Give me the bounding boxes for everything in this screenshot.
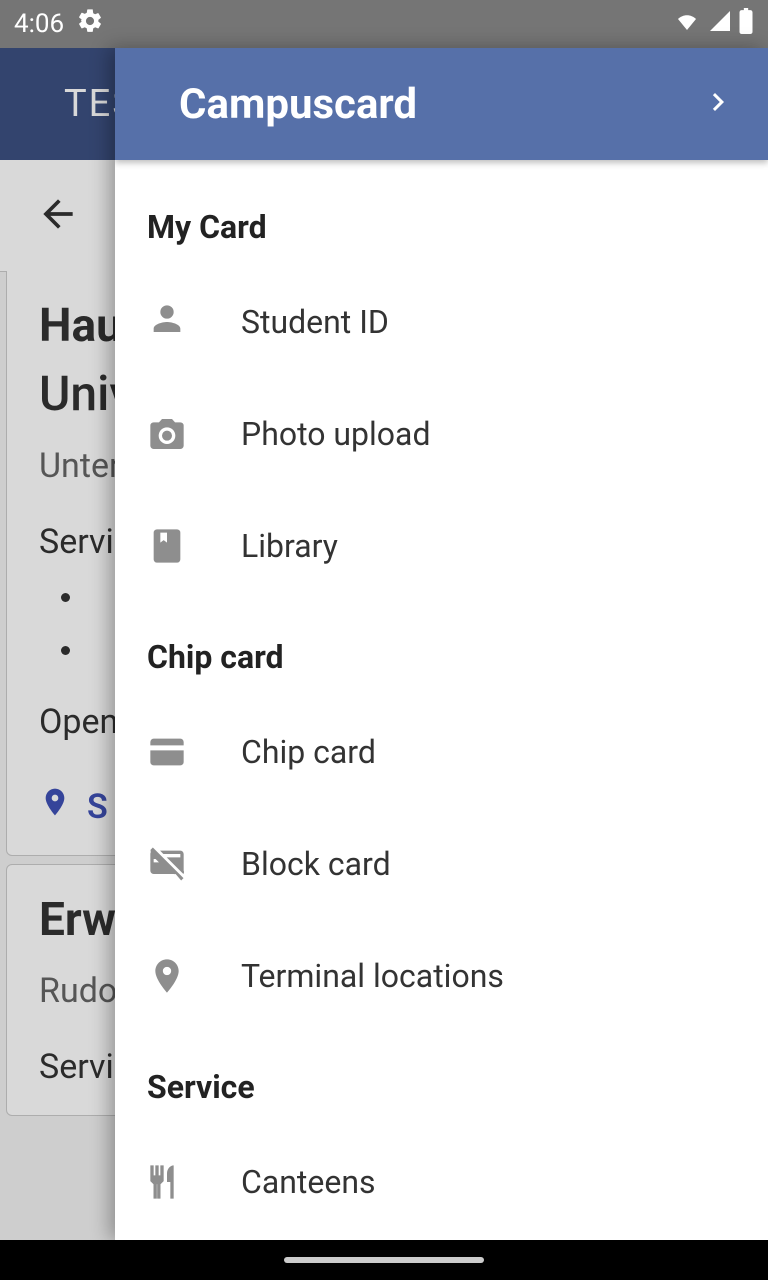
drawer-item-label: Chip card xyxy=(241,733,376,771)
person-icon xyxy=(147,302,187,342)
drawer-item-label: Block card xyxy=(241,845,391,883)
drawer-item-photo-upload[interactable]: Photo upload xyxy=(115,378,768,490)
location-icon xyxy=(39,786,71,827)
back-icon[interactable] xyxy=(36,192,80,240)
nav-pill[interactable] xyxy=(284,1257,484,1263)
drawer-item-label: Terminal locations xyxy=(241,957,504,995)
drawer-item-label: Library xyxy=(241,527,338,565)
drawer-item-block-card[interactable]: Block card xyxy=(115,808,768,920)
status-time: 4:06 xyxy=(14,9,64,39)
drawer-title: Campuscard xyxy=(179,80,417,129)
battery-icon xyxy=(738,8,754,41)
chevron-right-icon xyxy=(700,84,736,124)
drawer-item-chip-card[interactable]: Chip card xyxy=(115,696,768,808)
drawer-section-header: Service xyxy=(115,1032,768,1126)
navigation-drawer: Campuscard My Card Student ID Photo uplo… xyxy=(115,48,768,1240)
system-navbar xyxy=(0,1240,768,1280)
drawer-item-student-id[interactable]: Student ID xyxy=(115,266,768,378)
drawer-item-terminal-locations[interactable]: Terminal locations xyxy=(115,920,768,1032)
signal-icon xyxy=(708,9,732,40)
location-icon xyxy=(147,956,187,996)
credit-card-icon xyxy=(147,732,187,772)
card-off-icon xyxy=(147,844,187,884)
status-bar: 4:06 xyxy=(0,0,768,48)
book-icon xyxy=(147,526,187,566)
drawer-item-label: Photo upload xyxy=(241,415,431,453)
drawer-item-label: Student ID xyxy=(241,303,389,341)
bg-link-text: S xyxy=(87,787,108,827)
wifi-icon xyxy=(672,9,702,40)
drawer-header[interactable]: Campuscard xyxy=(115,48,768,160)
drawer-section-header: Chip card xyxy=(115,602,768,696)
restaurant-icon xyxy=(147,1162,187,1202)
drawer-item-canteens[interactable]: Canteens xyxy=(115,1126,768,1238)
camera-icon xyxy=(147,414,187,454)
gear-icon xyxy=(76,7,104,42)
drawer-item-library[interactable]: Library xyxy=(115,490,768,602)
drawer-item-label: Canteens xyxy=(241,1163,376,1201)
drawer-section-header: My Card xyxy=(115,172,768,266)
